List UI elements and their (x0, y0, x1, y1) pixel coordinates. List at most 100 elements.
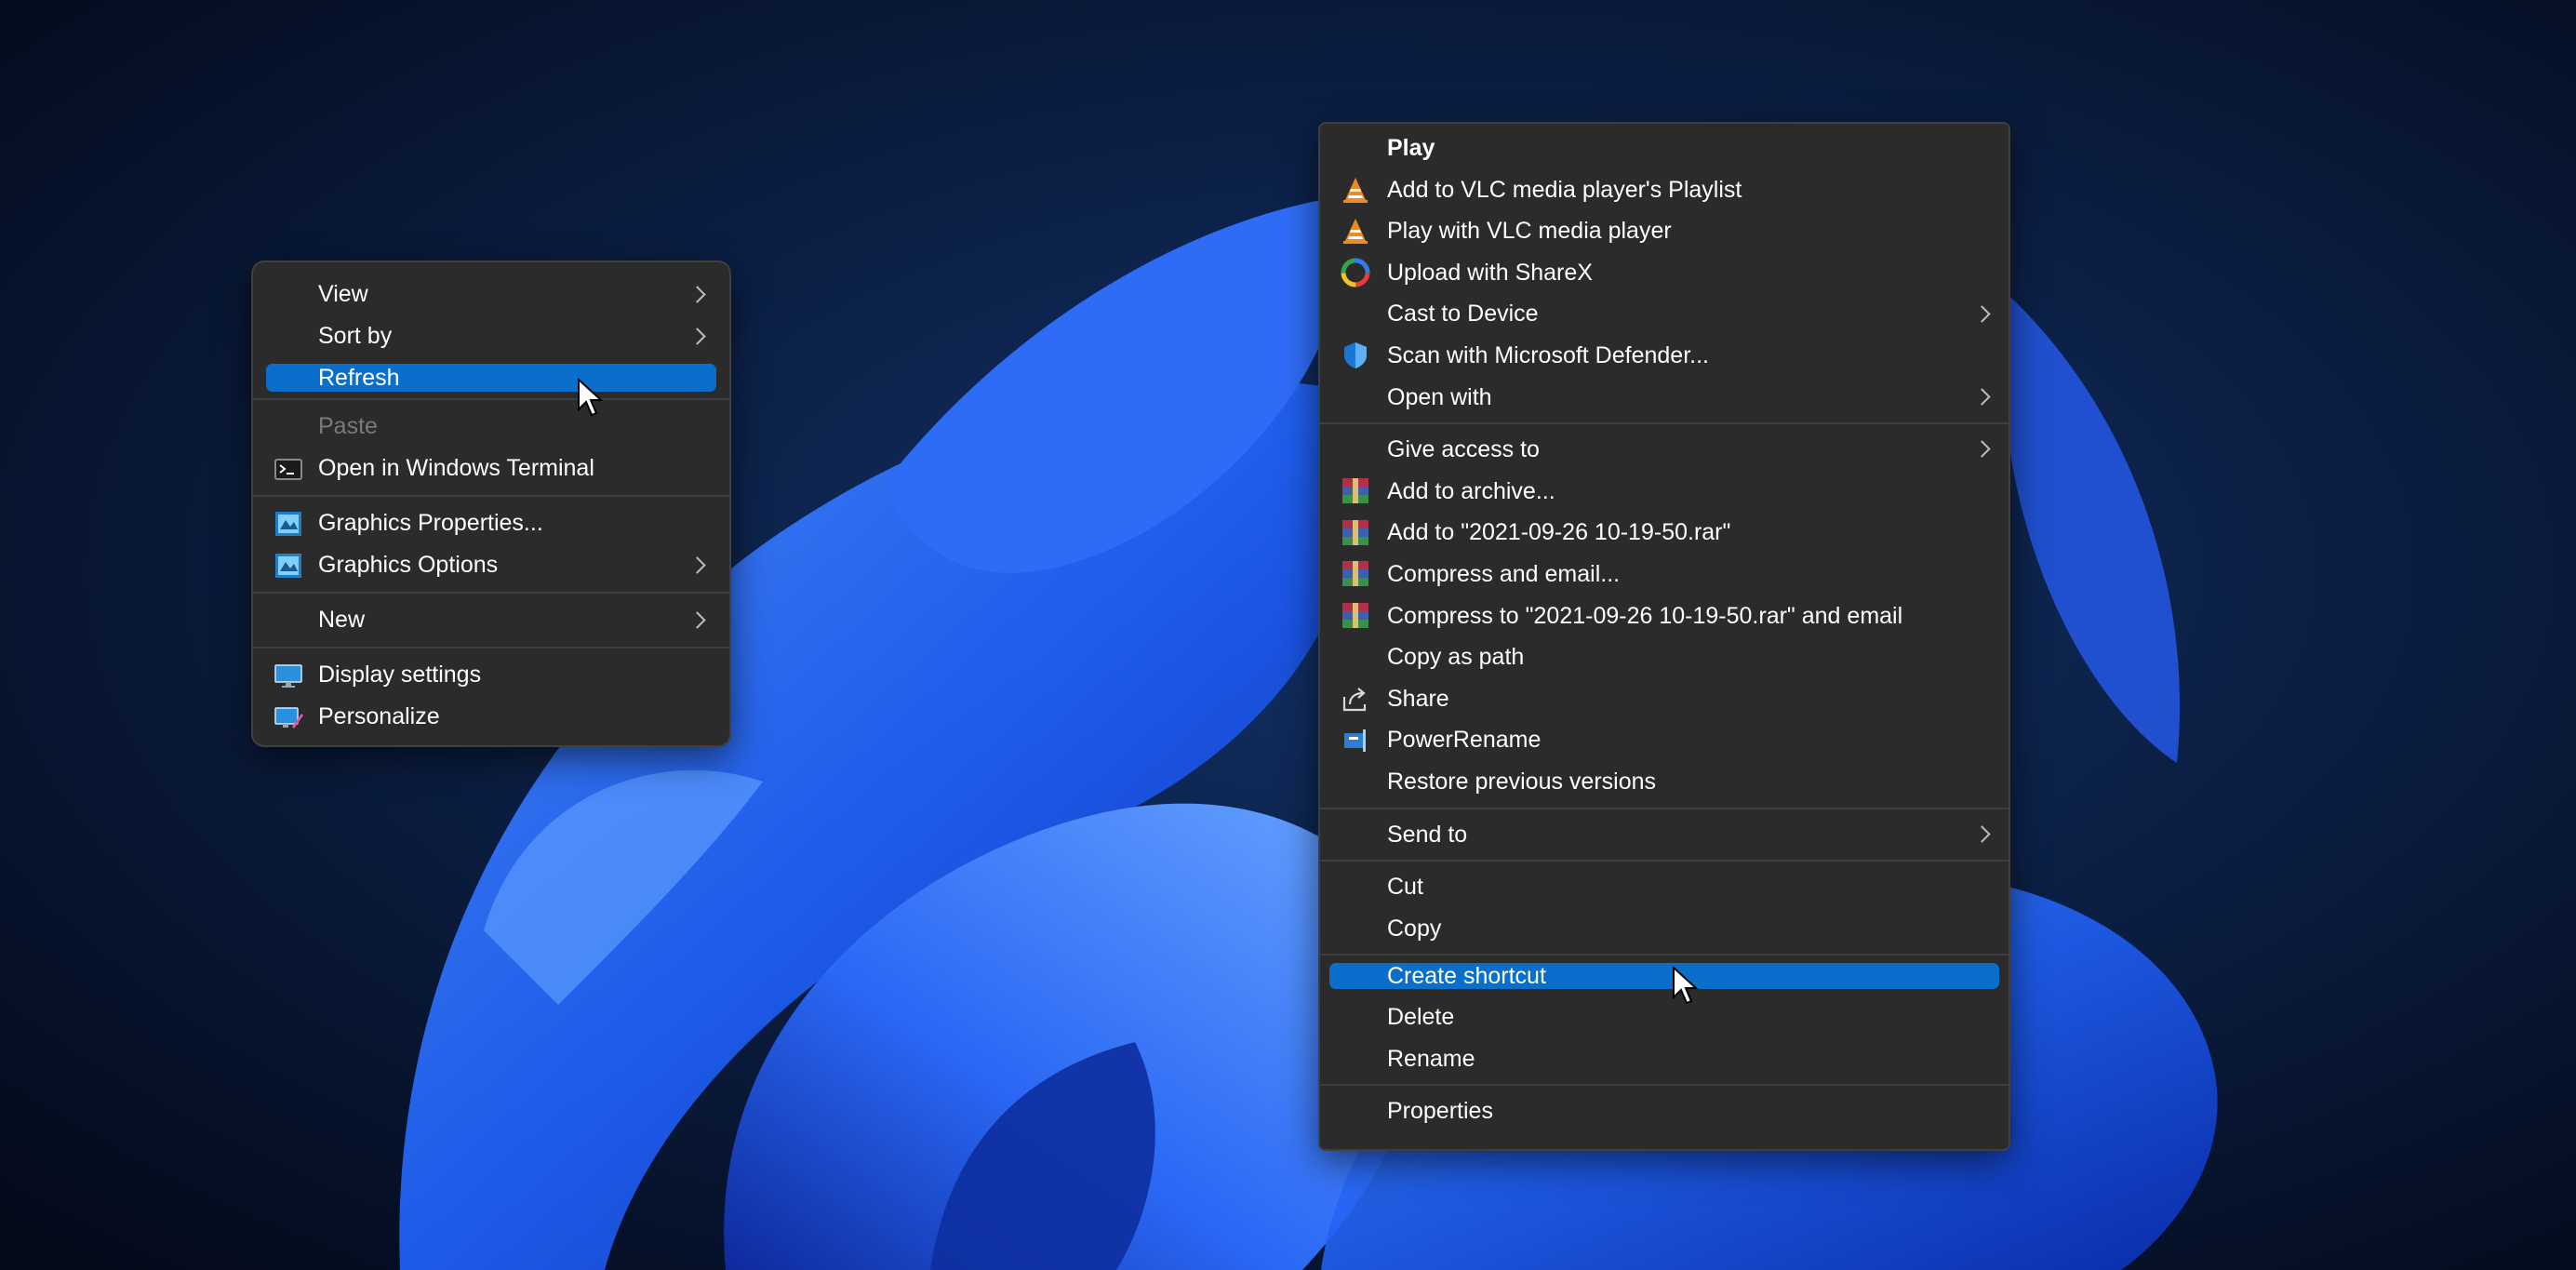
menu-item-label: Cast to Device (1387, 301, 1539, 328)
menu-item-label: Upload with ShareX (1387, 259, 1593, 286)
menu-item-add-to-vlc-playlist[interactable]: Add to VLC media player's Playlist (1329, 169, 1999, 211)
desktop-context-menu: View Sort by Refresh Paste Open in Windo… (251, 261, 731, 747)
menu-item-label: Paste (318, 413, 378, 439)
menu-item-display-settings[interactable]: Display settings (266, 654, 716, 696)
menu-item-restore-previous-versions[interactable]: Restore previous versions (1329, 761, 1999, 803)
menu-item-label: Open with (1387, 383, 1492, 410)
chevron-right-icon (1973, 388, 1991, 406)
menu-item-label: Graphics Options (318, 552, 499, 578)
graphics-icon (275, 553, 301, 578)
menu-item-label: Copy as path (1387, 644, 1525, 671)
menu-item-new[interactable]: New (266, 599, 716, 641)
menu-item-cut[interactable]: Cut (1329, 866, 1999, 908)
menu-item-share[interactable]: Share (1329, 678, 1999, 720)
chevron-right-icon (1973, 440, 1991, 459)
chevron-right-icon (688, 285, 706, 303)
winrar-icon (1342, 478, 1368, 504)
menu-item-play-with-vlc[interactable]: Play with VLC media player (1329, 210, 1999, 252)
menu-item-label: New (318, 607, 366, 633)
menu-item-cast-to-device[interactable]: Cast to Device (1329, 293, 1999, 335)
menu-item-label: Display settings (318, 662, 482, 688)
personalize-icon (274, 706, 303, 729)
menu-item-label: Sort by (318, 323, 393, 349)
menu-item-label: PowerRename (1387, 727, 1542, 754)
menu-item-label: Play (1387, 135, 1435, 161)
menu-item-play[interactable]: Play (1329, 127, 1999, 169)
menu-item-label: Open in Windows Terminal (318, 455, 594, 481)
winrar-icon (1342, 561, 1368, 587)
menu-item-scan-with-defender[interactable]: Scan with Microsoft Defender... (1329, 335, 1999, 377)
menu-item-copy[interactable]: Copy (1329, 908, 1999, 950)
display-icon (274, 663, 302, 688)
menu-item-refresh[interactable]: Refresh (266, 364, 716, 392)
menu-item-label: Add to "2021-09-26 10-19-50.rar" (1387, 519, 1731, 546)
menu-item-upload-with-sharex[interactable]: Upload with ShareX (1329, 252, 1999, 294)
chevron-right-icon (1973, 825, 1991, 843)
vlc-icon (1343, 219, 1368, 245)
menu-separator (253, 398, 729, 400)
menu-item-label: Give access to (1387, 436, 1540, 463)
menu-item-delete[interactable]: Delete (1329, 996, 1999, 1038)
menu-item-label: Rename (1387, 1045, 1475, 1072)
share-icon (1342, 688, 1367, 712)
chevron-right-icon (688, 555, 706, 574)
graphics-icon (275, 511, 301, 536)
menu-separator (253, 495, 729, 497)
menu-item-label: Restore previous versions (1387, 768, 1657, 795)
menu-item-add-to-rar[interactable]: Add to "2021-09-26 10-19-50.rar" (1329, 512, 1999, 554)
menu-item-paste: Paste (266, 406, 716, 448)
menu-item-compress-and-email[interactable]: Compress and email... (1329, 554, 1999, 595)
menu-item-label: Compress and email... (1387, 560, 1621, 587)
menu-item-rename[interactable]: Rename (1329, 1038, 1999, 1080)
menu-item-graphics-options[interactable]: Graphics Options (266, 544, 716, 586)
menu-item-view[interactable]: View (266, 274, 716, 315)
menu-item-label: Play with VLC media player (1387, 218, 1672, 245)
chevron-right-icon (688, 610, 706, 629)
powerrename-icon (1344, 729, 1366, 752)
menu-separator (1320, 954, 2009, 956)
menu-item-sort-by[interactable]: Sort by (266, 315, 716, 357)
menu-item-add-to-archive[interactable]: Add to archive... (1329, 471, 1999, 513)
menu-separator (1320, 422, 2009, 425)
vlc-icon (1343, 177, 1368, 203)
menu-item-label: Refresh (318, 365, 400, 391)
menu-separator (1320, 860, 2009, 862)
menu-item-label: Share (1387, 685, 1449, 712)
menu-separator (1320, 1084, 2009, 1087)
menu-item-label: Add to archive... (1387, 477, 1555, 504)
menu-separator (1320, 807, 2009, 809)
menu-item-label: Delete (1387, 1004, 1455, 1031)
menu-item-personalize[interactable]: Personalize (266, 696, 716, 738)
menu-item-send-to[interactable]: Send to (1329, 814, 1999, 856)
menu-item-graphics-properties[interactable]: Graphics Properties... (266, 502, 716, 544)
chevron-right-icon (688, 327, 706, 345)
menu-item-label: Send to (1387, 821, 1468, 848)
menu-item-label: Graphics Properties... (318, 510, 543, 536)
winrar-icon (1342, 519, 1368, 545)
menu-item-label: Properties (1387, 1098, 1493, 1125)
menu-item-label: Cut (1387, 874, 1423, 901)
winrar-icon (1342, 602, 1368, 628)
menu-item-label: Personalize (318, 703, 440, 729)
menu-item-label: Add to VLC media player's Playlist (1387, 176, 1742, 203)
file-context-menu: Play Add to VLC media player's Playlist … (1318, 122, 2010, 1151)
menu-item-copy-as-path[interactable]: Copy as path (1329, 636, 1999, 678)
menu-separator (253, 647, 729, 648)
menu-item-properties[interactable]: Properties (1329, 1090, 1999, 1132)
menu-item-open-in-windows-terminal[interactable]: Open in Windows Terminal (266, 448, 716, 489)
menu-item-label: Create shortcut (1387, 963, 1546, 990)
menu-item-open-with[interactable]: Open with (1329, 377, 1999, 419)
menu-item-label: View (318, 281, 368, 307)
menu-item-give-access-to[interactable]: Give access to (1329, 429, 1999, 471)
chevron-right-icon (1973, 304, 1991, 323)
defender-shield-icon (1344, 342, 1367, 369)
sharex-icon (1341, 258, 1370, 287)
menu-item-label: Compress to "2021-09-26 10-19-50.rar" an… (1387, 602, 1903, 629)
menu-item-powerrename[interactable]: PowerRename (1329, 719, 1999, 761)
menu-item-label: Scan with Microsoft Defender... (1387, 341, 1709, 368)
menu-separator (253, 592, 729, 594)
mouse-cursor-icon (578, 378, 603, 417)
menu-item-compress-to-rar-and-email[interactable]: Compress to "2021-09-26 10-19-50.rar" an… (1329, 595, 1999, 637)
terminal-icon (274, 458, 302, 480)
menu-item-create-shortcut[interactable]: Create shortcut (1329, 963, 1999, 990)
